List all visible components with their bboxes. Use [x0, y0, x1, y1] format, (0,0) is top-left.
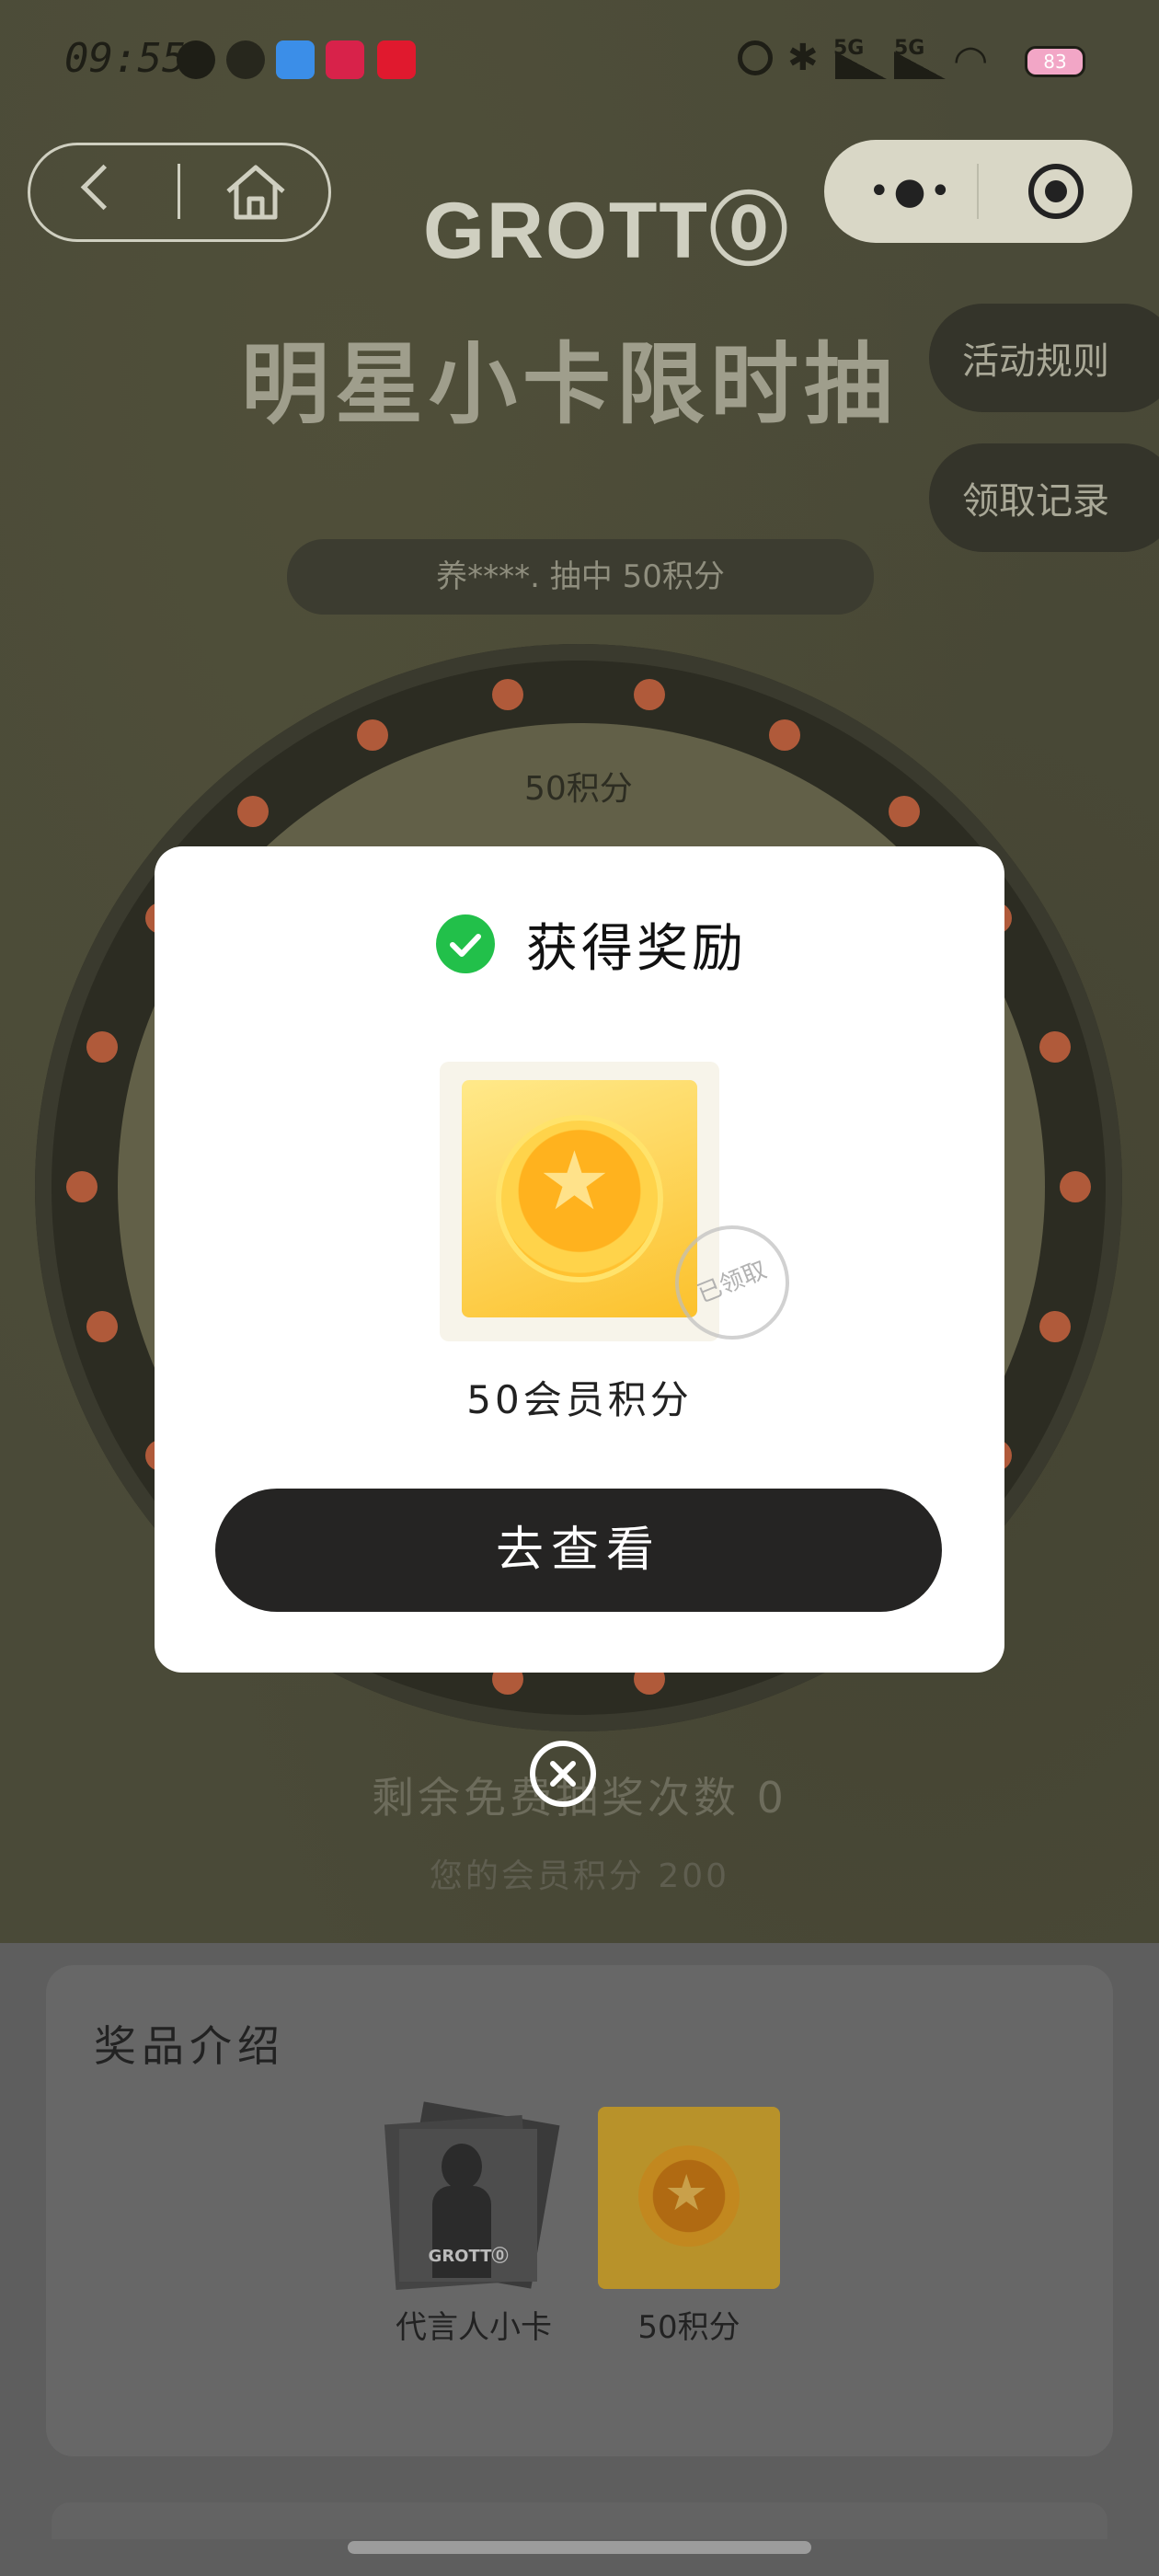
star-icon: ★ — [538, 1133, 611, 1228]
wheel-bulb — [1039, 1311, 1072, 1343]
wheel-bulb — [66, 1171, 98, 1202]
back-icon[interactable] — [80, 164, 127, 211]
status-time: 09:55 — [64, 35, 187, 82]
wheel-bulb — [86, 1311, 118, 1343]
coin-icon: ★ — [501, 1121, 658, 1277]
brand-logo: GROTT⓪ — [423, 187, 790, 275]
rules-button[interactable]: 活动规则 — [929, 304, 1159, 412]
close-icon[interactable] — [530, 1741, 596, 1807]
win-banner: 养****. 抽中 50积分 — [287, 539, 874, 615]
page-title: 明星小卡限时抽 — [241, 333, 898, 436]
capsule-divider — [178, 164, 180, 219]
reward-name: 50会员积分 — [466, 1377, 693, 1422]
more-icon[interactable]: •●• — [868, 173, 955, 210]
card-logo: GROTT⓪ — [428, 2247, 509, 2266]
next-card-edge — [52, 2502, 1107, 2539]
wheel-slot-label: 50积分 — [524, 770, 633, 808]
prize-label-points: 50积分 — [637, 2309, 740, 2346]
bluetooth-icon: ✱ — [787, 37, 819, 79]
modal-title: 获得奖励 — [526, 919, 747, 979]
prize-label-card: 代言人小卡 — [396, 2309, 552, 2346]
close-miniprogram-icon[interactable] — [1028, 164, 1084, 219]
app-icon-red — [326, 40, 364, 79]
wechat-icon — [177, 40, 215, 79]
signal-icon-2 — [894, 52, 946, 79]
prize-intro-title: 奖品介绍 — [94, 2021, 285, 2071]
nav-capsule — [28, 143, 331, 242]
weibo-icon — [226, 40, 265, 79]
wheel-bulb — [86, 1030, 118, 1063]
coin-star-icon[interactable]: ★ — [598, 2107, 780, 2289]
xiaohongshu-icon — [377, 40, 416, 79]
home-indicator[interactable] — [348, 2541, 811, 2554]
check-icon — [436, 914, 495, 973]
home-icon[interactable] — [224, 162, 288, 223]
wheel-bulb — [1039, 1030, 1072, 1063]
wheel-bulb — [1060, 1171, 1091, 1202]
member-points-text: 您的会员积分 200 — [429, 1857, 730, 1895]
miniprogram-capsule: •●• — [824, 140, 1132, 243]
wheel-bulb — [356, 719, 388, 751]
battery-icon: 83 — [1025, 46, 1085, 77]
wheel-bulb — [769, 719, 801, 751]
alarm-icon — [738, 40, 773, 75]
view-button[interactable]: 去查看 — [215, 1489, 942, 1612]
photo-card-icon[interactable]: GROTT⓪ — [381, 2101, 565, 2291]
wifi-icon: ◠ — [953, 37, 989, 84]
app-icon-blue — [276, 40, 315, 79]
signal-icon-1 — [835, 52, 887, 79]
capsule-divider-right — [977, 164, 979, 219]
wheel-bulb — [888, 795, 920, 827]
records-button[interactable]: 领取记录 — [929, 443, 1159, 552]
